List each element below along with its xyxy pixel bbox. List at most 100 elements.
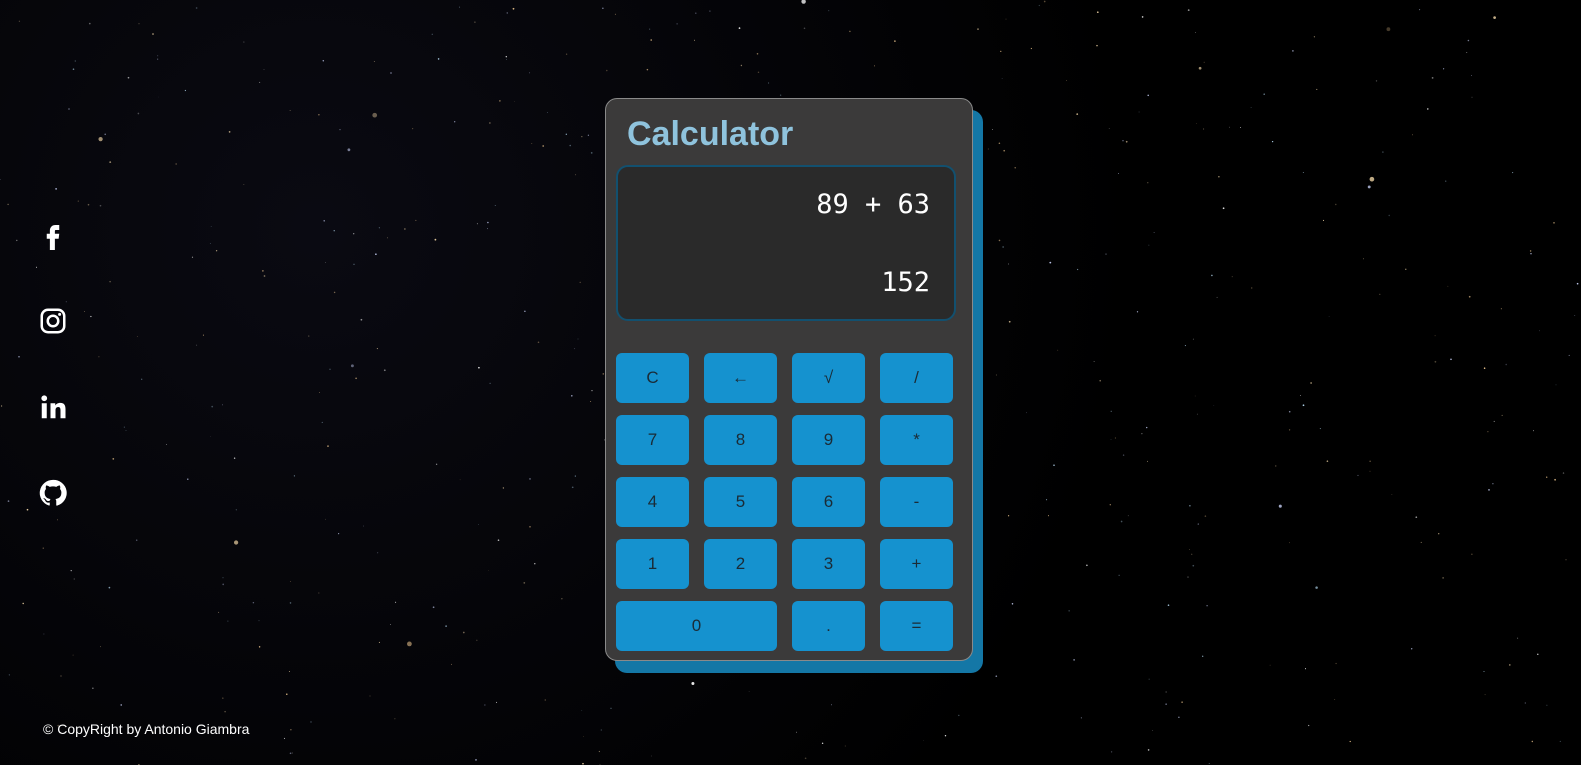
star	[98, 356, 100, 358]
star	[1492, 483, 1494, 485]
star	[995, 374, 997, 376]
star	[1555, 384, 1557, 386]
subtract-button[interactable]: -	[880, 477, 953, 527]
star	[325, 518, 327, 520]
github-icon[interactable]	[38, 478, 68, 508]
star	[1419, 9, 1421, 11]
star	[547, 112, 548, 113]
star	[74, 60, 76, 62]
star	[318, 592, 320, 594]
star	[1450, 358, 1452, 361]
star	[243, 41, 245, 43]
star	[258, 646, 261, 648]
display-expression: 89 + 63	[816, 189, 930, 220]
star	[323, 220, 325, 222]
star	[1467, 39, 1470, 42]
square-root-button[interactable]: √	[792, 353, 865, 403]
equals-button[interactable]: =	[880, 601, 953, 651]
star	[412, 128, 414, 130]
star	[693, 39, 696, 41]
star	[1335, 662, 1337, 665]
star	[1118, 574, 1120, 576]
digit-9-button[interactable]: 9	[792, 415, 865, 465]
star	[0, 179, 1, 180]
star	[360, 318, 363, 321]
star	[1379, 293, 1381, 295]
star	[1484, 694, 1486, 696]
display-result: 152	[881, 267, 930, 298]
decimal-point-button[interactable]: .	[792, 601, 865, 651]
star	[290, 729, 292, 731]
star	[210, 435, 211, 437]
star	[1202, 655, 1204, 657]
star	[1288, 429, 1291, 431]
star	[120, 704, 122, 706]
digit-4-button[interactable]: 4	[616, 477, 689, 527]
instagram-icon[interactable]	[38, 306, 68, 336]
star	[308, 335, 310, 337]
linkedin-icon[interactable]	[38, 392, 68, 422]
star	[531, 143, 533, 145]
star	[1517, 637, 1519, 639]
digit-0-button[interactable]: 0	[616, 601, 777, 651]
star	[1014, 167, 1016, 169]
star	[1138, 111, 1140, 113]
star	[445, 625, 447, 627]
digit-3-button[interactable]: 3	[792, 539, 865, 589]
star	[1141, 433, 1143, 435]
star	[582, 762, 584, 765]
star	[502, 487, 505, 489]
star	[1483, 671, 1485, 673]
add-button[interactable]: +	[880, 539, 953, 589]
multiply-button[interactable]: *	[880, 415, 953, 465]
clear-button[interactable]: C	[616, 353, 689, 403]
star	[353, 233, 355, 235]
star	[1386, 27, 1391, 32]
star	[695, 12, 697, 14]
star	[1369, 176, 1375, 182]
star	[1125, 140, 1128, 143]
star	[1405, 268, 1407, 270]
star	[1438, 533, 1440, 535]
star	[610, 707, 612, 709]
star	[574, 475, 576, 477]
star	[235, 509, 237, 511]
star	[191, 256, 194, 258]
star	[1086, 564, 1088, 567]
star	[104, 133, 106, 136]
star	[1250, 287, 1253, 289]
facebook-icon[interactable]	[38, 220, 68, 250]
digit-1-button[interactable]: 1	[616, 539, 689, 589]
star	[1554, 478, 1556, 481]
star	[494, 205, 496, 206]
digit-7-button[interactable]: 7	[616, 415, 689, 465]
star	[363, 525, 364, 527]
divide-button[interactable]: /	[880, 353, 953, 403]
star	[1316, 88, 1318, 90]
star	[1483, 367, 1486, 369]
star	[1198, 66, 1202, 70]
star	[1509, 664, 1511, 666]
star	[233, 457, 236, 459]
digit-8-button[interactable]: 8	[704, 415, 777, 465]
star	[431, 33, 433, 35]
digit-5-button[interactable]: 5	[704, 477, 777, 527]
star	[187, 478, 189, 480]
star	[387, 237, 388, 239]
star	[228, 131, 231, 133]
star	[407, 641, 412, 647]
star	[1204, 515, 1207, 517]
star	[157, 55, 159, 57]
star	[1194, 395, 1196, 397]
backspace-button[interactable]: ←	[704, 353, 777, 403]
star	[488, 569, 489, 571]
star	[1117, 173, 1119, 174]
star	[606, 69, 608, 72]
digit-6-button[interactable]: 6	[792, 477, 865, 527]
digit-2-button[interactable]: 2	[704, 539, 777, 589]
star	[1148, 678, 1150, 680]
star	[98, 136, 103, 142]
star	[158, 96, 160, 98]
star	[1076, 113, 1079, 115]
page-background: Calculator 89 + 63 152 C ← √ / 7 8 9 * 4…	[0, 0, 1581, 765]
